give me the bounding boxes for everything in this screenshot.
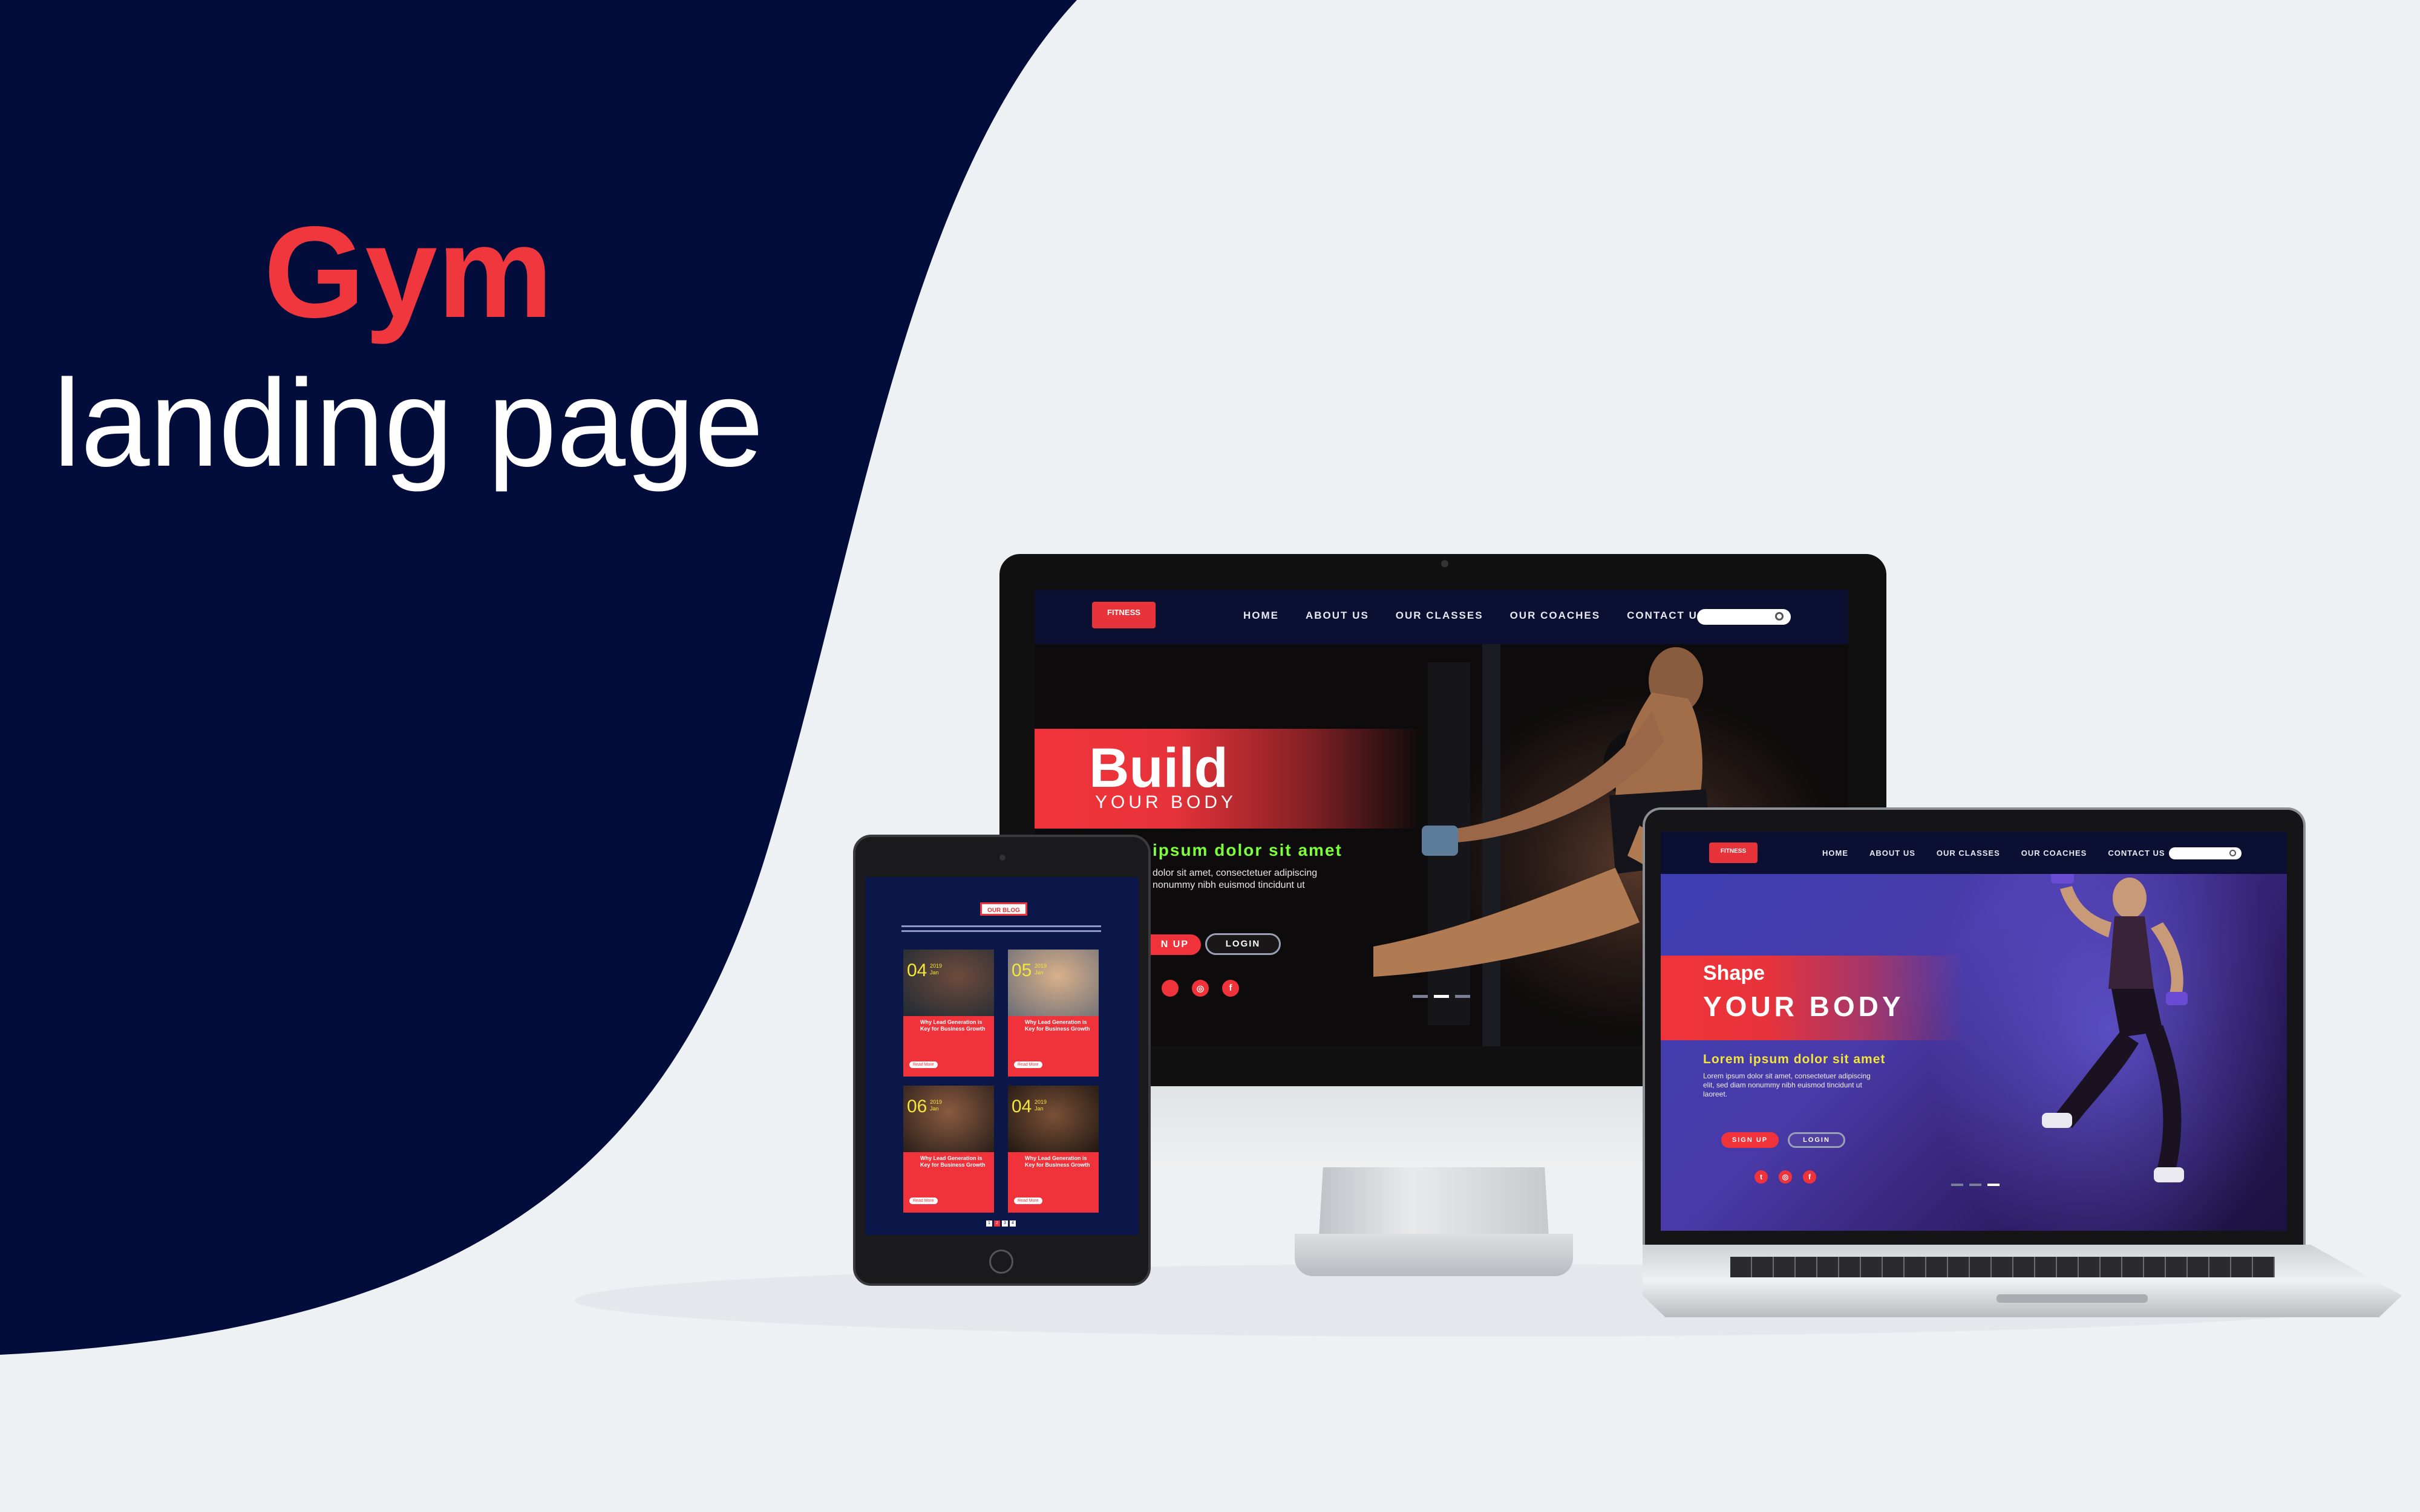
nav-coaches[interactable]: OUR COACHES bbox=[1510, 610, 1601, 622]
card-title: Why Lead Generation is Key for Business … bbox=[1025, 1155, 1090, 1168]
nav-classes[interactable]: OUR CLASSES bbox=[1396, 610, 1483, 622]
monitor-base bbox=[1295, 1234, 1573, 1276]
tablet-camera bbox=[999, 855, 1006, 861]
blog-title: OUR BLOG bbox=[987, 907, 1020, 914]
nav-home[interactable]: HOME bbox=[1822, 849, 1848, 858]
desktop-nav: HOME ABOUT US OUR CLASSES OUR COACHES CO… bbox=[1243, 610, 1705, 622]
slider-dot[interactable] bbox=[1413, 995, 1428, 998]
laptop-keyboard bbox=[1730, 1257, 2275, 1277]
blog-intro-text bbox=[901, 925, 1101, 927]
laptop-navbar: FITNESS HOME ABOUT US OUR CLASSES OUR CO… bbox=[1661, 832, 2287, 874]
card-photo bbox=[1008, 1086, 1099, 1152]
blog-card[interactable]: 04 2019 Jan Why Lead Generation is Key f… bbox=[903, 950, 994, 1077]
facebook-icon[interactable]: f bbox=[1803, 1170, 1816, 1184]
search-icon bbox=[2229, 850, 2236, 856]
hero-body-1: dolor sit amet, consectetuer adipiscing bbox=[1153, 868, 1318, 878]
nav-coaches[interactable]: OUR COACHES bbox=[2021, 849, 2087, 858]
hero-heading: Gym landing page bbox=[0, 200, 817, 496]
hero-subtitle: YOUR BODY bbox=[1095, 792, 1237, 812]
hero-tagline: Lorem ipsum dolor sit amet bbox=[1703, 1052, 1886, 1066]
login-button[interactable]: LOGIN bbox=[1788, 1132, 1845, 1148]
page-button[interactable]: 1 bbox=[986, 1220, 992, 1227]
nav-contact[interactable]: CONTACT US bbox=[1627, 610, 1705, 622]
nav-contact[interactable]: CONTACT US bbox=[2108, 849, 2165, 858]
monitor-camera bbox=[1441, 560, 1448, 567]
hero-body-1: Lorem ipsum dolor sit amet, consectetuer… bbox=[1703, 1072, 1871, 1080]
desktop-navbar: FITNESS HOME ABOUT US OUR CLASSES OUR CO… bbox=[1035, 590, 1848, 644]
logo[interactable]: FITNESS bbox=[1709, 842, 1758, 863]
hero-body-3: laoreet. bbox=[1703, 1090, 1728, 1098]
hero-tagline: ipsum dolor sit amet bbox=[1153, 841, 1342, 859]
search-input[interactable] bbox=[1697, 609, 1791, 625]
read-more-button[interactable]: Read More bbox=[909, 1198, 938, 1204]
slider-dot[interactable] bbox=[1455, 995, 1470, 998]
card-day: 05 bbox=[1012, 960, 1032, 980]
slider-dots[interactable] bbox=[1413, 995, 1470, 998]
slider-dot-active[interactable] bbox=[1434, 995, 1449, 998]
read-more-button[interactable]: Read More bbox=[1014, 1061, 1042, 1068]
instagram-icon[interactable]: ◎ bbox=[1192, 980, 1209, 997]
card-title: Why Lead Generation is Key for Business … bbox=[920, 1155, 986, 1168]
nav-home[interactable]: HOME bbox=[1243, 610, 1279, 622]
slider-dot[interactable] bbox=[1969, 1184, 1981, 1186]
card-title: Why Lead Generation is Key for Business … bbox=[920, 1019, 986, 1032]
twitter-icon[interactable]: t bbox=[1754, 1170, 1768, 1184]
blog-intro-text bbox=[901, 930, 1101, 932]
read-more-button[interactable]: Read More bbox=[909, 1061, 938, 1068]
page-button[interactable]: 4 bbox=[1010, 1220, 1016, 1227]
card-photo bbox=[1008, 950, 1099, 1016]
logo-text: FITNESS bbox=[1720, 848, 1747, 855]
nav-about[interactable]: ABOUT US bbox=[1306, 610, 1369, 622]
search-icon bbox=[1775, 612, 1784, 621]
pagination: 1 2 3 4 bbox=[986, 1220, 1016, 1227]
tablet-home-button[interactable] bbox=[989, 1250, 1013, 1274]
hero-subtitle: landing page bbox=[53, 354, 764, 492]
blog-title-badge: OUR BLOG bbox=[980, 902, 1027, 916]
nav-classes[interactable]: OUR CLASSES bbox=[1937, 849, 2000, 858]
blog-card[interactable]: 05 2019 Jan Why Lead Generation is Key f… bbox=[1008, 950, 1099, 1077]
slider-dot-active[interactable] bbox=[1987, 1184, 2000, 1186]
card-month: 2019 Jan bbox=[930, 1099, 943, 1112]
hero-body-2: nonummy nibh euismod tincidunt ut bbox=[1153, 880, 1305, 890]
card-photo bbox=[903, 1086, 994, 1152]
laptop-base bbox=[1643, 1245, 2402, 1317]
blog-card[interactable]: 06 2019 Jan Why Lead Generation is Key f… bbox=[903, 1086, 994, 1213]
card-day: 04 bbox=[907, 960, 927, 980]
card-day: 06 bbox=[907, 1097, 927, 1116]
laptop-nav: HOME ABOUT US OUR CLASSES OUR COACHES CO… bbox=[1822, 849, 2165, 858]
slider-dot[interactable] bbox=[1951, 1184, 1963, 1186]
hero-title: Build bbox=[1089, 737, 1228, 799]
card-title: Why Lead Generation is Key for Business … bbox=[1025, 1019, 1090, 1032]
card-month: 2019 Jan bbox=[1035, 963, 1047, 976]
instagram-icon[interactable]: ◎ bbox=[1779, 1170, 1792, 1184]
slider-dots[interactable] bbox=[1951, 1184, 2000, 1186]
laptop-screen: FITNESS HOME ABOUT US OUR CLASSES OUR CO… bbox=[1661, 832, 2287, 1231]
card-month: 2019 Jan bbox=[1035, 1099, 1047, 1112]
instagram-icon[interactable] bbox=[1162, 980, 1179, 997]
tablet-screen: OUR BLOG 04 2019 Jan Why Lead Generation… bbox=[865, 877, 1139, 1235]
login-button[interactable]: LOGIN bbox=[1205, 933, 1281, 955]
card-day: 04 bbox=[1012, 1097, 1032, 1116]
page-button[interactable]: 3 bbox=[1002, 1220, 1008, 1227]
blog-card[interactable]: 04 2019 Jan Why Lead Generation is Key f… bbox=[1008, 1086, 1099, 1213]
nav-about[interactable]: ABOUT US bbox=[1869, 849, 1915, 858]
hero-subtitle: YOUR BODY bbox=[1703, 991, 1905, 1022]
hero-body-2: elit, sed diam nonummy nibh euismod tinc… bbox=[1703, 1081, 1862, 1089]
laptop-trackpad bbox=[1996, 1294, 2148, 1303]
logo[interactable]: FITNESS bbox=[1092, 602, 1156, 628]
hero-title: Shape bbox=[1703, 962, 1765, 985]
facebook-icon[interactable]: f bbox=[1222, 980, 1239, 997]
read-more-button[interactable]: Read More bbox=[1014, 1198, 1042, 1204]
page-button-active[interactable]: 2 bbox=[994, 1220, 1000, 1227]
signup-button[interactable]: SIGN UP bbox=[1721, 1132, 1779, 1148]
card-photo bbox=[903, 950, 994, 1016]
logo-text: FITNESS bbox=[1107, 608, 1140, 617]
card-month: 2019 Jan bbox=[930, 963, 943, 976]
search-input[interactable] bbox=[2169, 847, 2242, 859]
hero-title: Gym bbox=[264, 199, 553, 345]
